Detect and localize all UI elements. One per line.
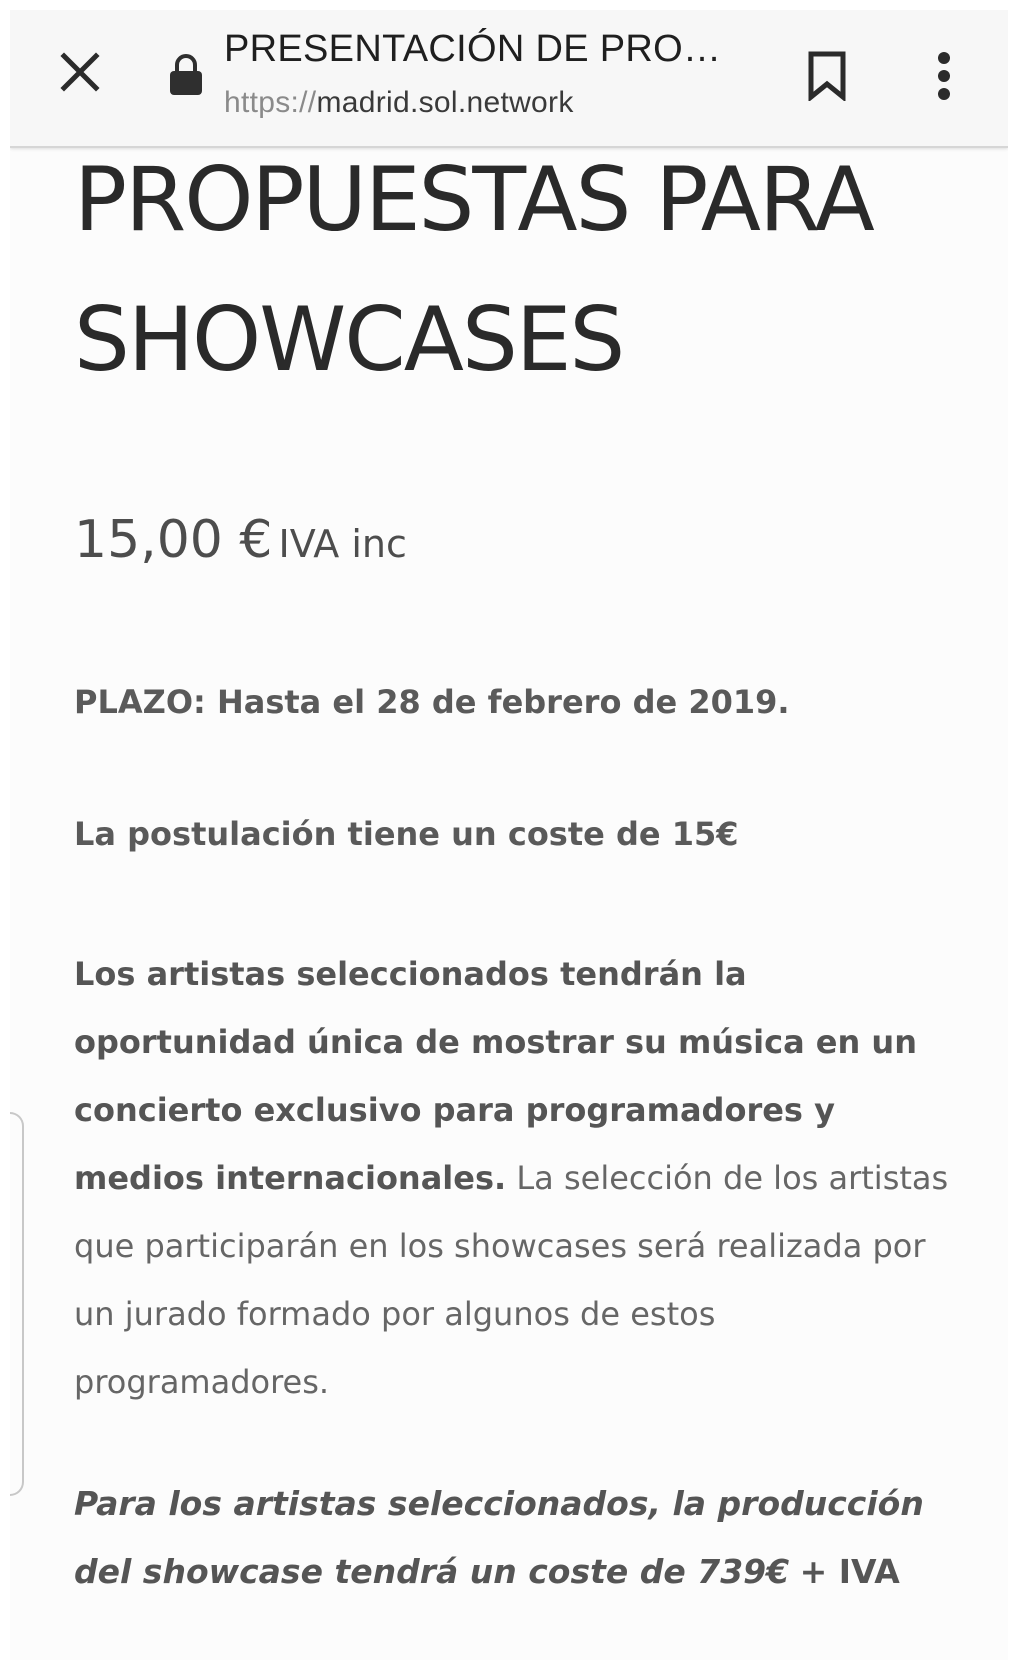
page-content: PROPUESTAS PARA SHOWCASES 15,00 € IVA inc… (10, 10, 1008, 1660)
price: 15,00 € IVA inc (74, 510, 407, 570)
browser-toolbar: PRESENTACIÓN DE PRO… https://madrid.sol.… (10, 10, 1008, 148)
price-tax-note: IVA inc (278, 522, 407, 566)
url-scheme: https:// (224, 86, 317, 119)
application-cost-text: La postulación tiene un coste de 15€ (74, 815, 739, 853)
bookmark-button[interactable] (800, 46, 854, 106)
production-cost-paragraph: Para los artistas seleccionados, la prod… (74, 1470, 954, 1606)
more-vert-icon (938, 52, 950, 100)
close-icon (60, 52, 100, 92)
edge-swipe-handle[interactable] (10, 1112, 24, 1496)
lock-icon (170, 54, 202, 95)
page-title-bar: PRESENTACIÓN DE PRO… (224, 28, 722, 70)
browser-frame: PROPUESTAS PARA SHOWCASES 15,00 € IVA inc… (10, 10, 1008, 1660)
price-amount: 15,00 € (74, 510, 273, 570)
deadline-text: PLAZO: Hasta el 28 de febrero de 2019. (74, 683, 790, 721)
url-display: https://madrid.sol.network (224, 86, 574, 120)
close-button[interactable] (50, 42, 110, 102)
production-tax-note: + IVA (799, 1552, 900, 1591)
bookmark-icon (808, 51, 846, 101)
production-cost-text: Para los artistas seleccionados, la prod… (74, 1484, 924, 1591)
more-options-button[interactable] (924, 44, 964, 108)
description-paragraph: Los artistas seleccionados tendrán la op… (74, 940, 954, 1416)
page-title: PROPUESTAS PARA SHOWCASES (74, 148, 875, 391)
url-host: madrid.sol.network (316, 86, 574, 119)
